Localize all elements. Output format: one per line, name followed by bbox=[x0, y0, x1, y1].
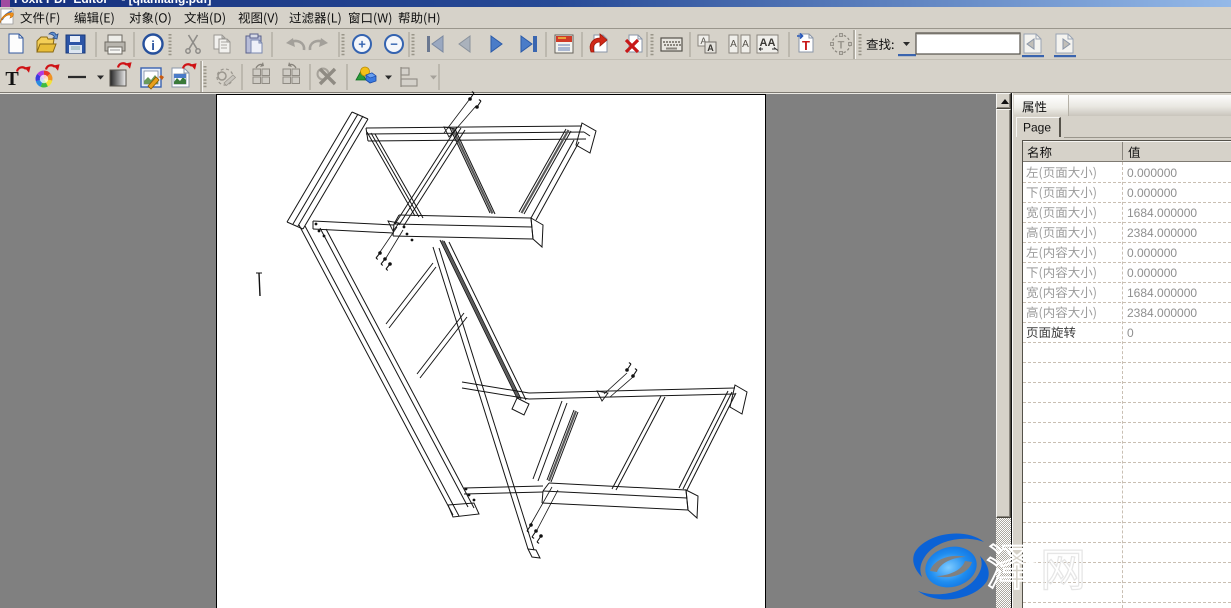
svg-text:Page: Page bbox=[1023, 121, 1051, 135]
svg-text:0: 0 bbox=[1127, 326, 1134, 340]
svg-text:−: − bbox=[390, 37, 398, 52]
svg-text:i: i bbox=[151, 38, 155, 53]
svg-text:+: + bbox=[358, 37, 366, 52]
svg-text:T: T bbox=[802, 38, 810, 53]
svg-text:1684.000000: 1684.000000 bbox=[1127, 286, 1197, 300]
svg-text:0.000000: 0.000000 bbox=[1127, 186, 1177, 200]
svg-text:2384.000000: 2384.000000 bbox=[1127, 306, 1197, 320]
svg-text:T: T bbox=[838, 40, 845, 52]
svg-text:AA: AA bbox=[760, 37, 776, 49]
svg-text:0.000000: 0.000000 bbox=[1127, 246, 1177, 260]
svg-text:A: A bbox=[730, 39, 737, 50]
svg-text:2384.000000: 2384.000000 bbox=[1127, 226, 1197, 240]
svg-text:A: A bbox=[707, 43, 714, 53]
svg-text:A: A bbox=[742, 39, 749, 50]
svg-text:0.000000: 0.000000 bbox=[1127, 166, 1177, 180]
svg-text:1684.000000: 1684.000000 bbox=[1127, 206, 1197, 220]
svg-text:0.000000: 0.000000 bbox=[1127, 266, 1177, 280]
